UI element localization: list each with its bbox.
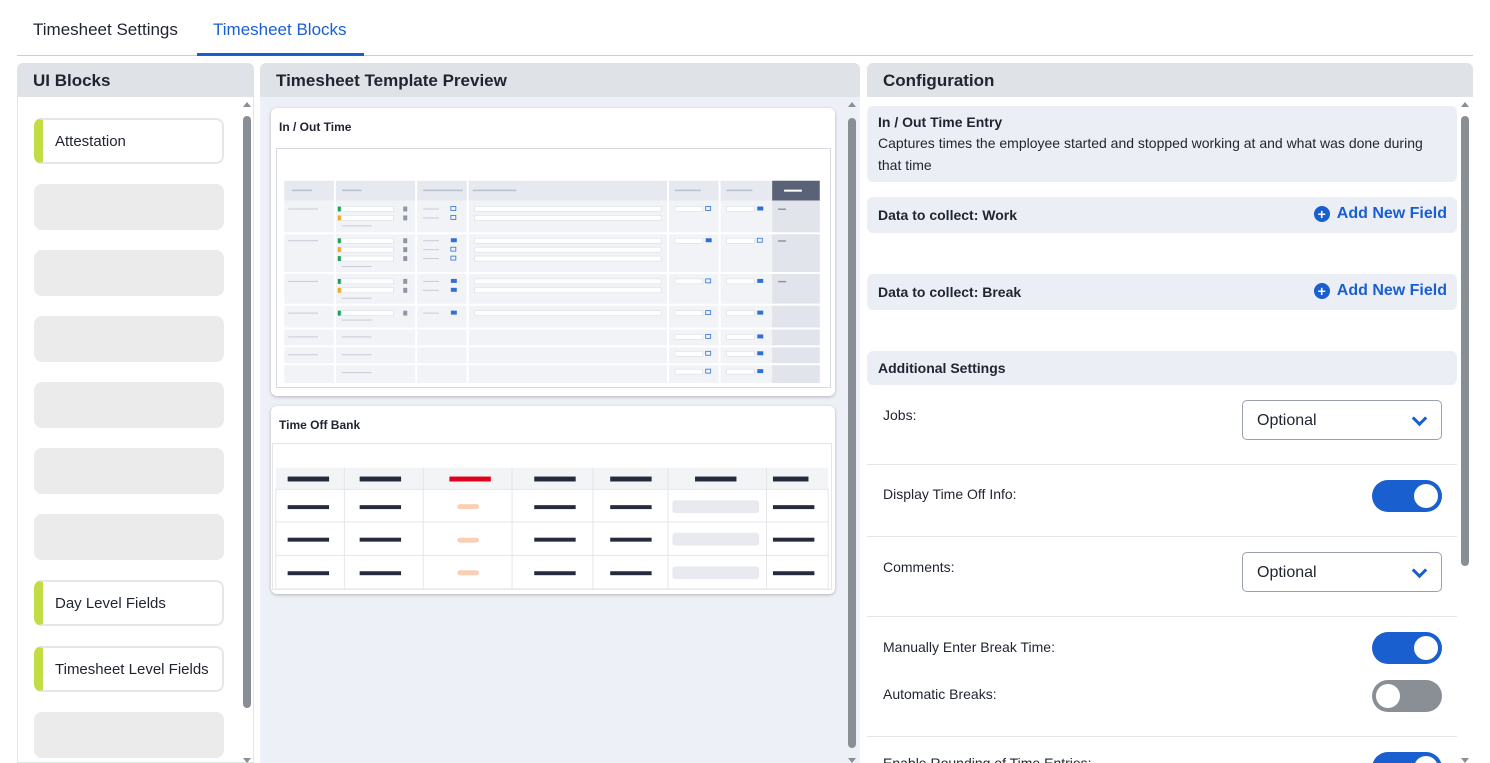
setting-breaks: Manually Enter Break Time: Automatic Bre… bbox=[867, 617, 1457, 737]
block-timesheet-level-fields[interactable]: Timesheet Level Fields bbox=[34, 646, 224, 692]
time-off-bank-thumbnail bbox=[272, 443, 832, 590]
setting-label: Enable Rounding of Time Entries: bbox=[883, 755, 1092, 763]
comments-select[interactable]: Optional bbox=[1242, 552, 1442, 592]
template-preview-area: In / Out Time Time Off Bank bbox=[260, 97, 860, 763]
work-data-section: Data to collect: Work + Add New Field bbox=[867, 197, 1457, 233]
preview-card-time-off-bank[interactable]: Time Off Bank bbox=[271, 406, 835, 594]
block-description: Captures times the employee started and … bbox=[878, 135, 1423, 173]
block-title: In / Out Time Entry bbox=[878, 114, 1003, 130]
automatic-breaks-toggle[interactable] bbox=[1372, 680, 1442, 712]
tab-bar: Timesheet Settings Timesheet Blocks bbox=[17, 0, 1473, 56]
scroll-thumb[interactable] bbox=[848, 118, 856, 748]
template-preview-header: Timesheet Template Preview bbox=[260, 63, 860, 97]
scroll-up-icon[interactable] bbox=[243, 102, 251, 107]
setting-label: Comments: bbox=[883, 559, 955, 575]
section-title: Data to collect: Break bbox=[878, 284, 1022, 300]
add-work-field-button[interactable]: + Add New Field bbox=[1313, 205, 1447, 223]
setting-label: Display Time Off Info: bbox=[883, 486, 1017, 502]
plus-circle-icon: + bbox=[1313, 206, 1330, 222]
block-attestation[interactable]: Attestation bbox=[34, 118, 224, 164]
block-placeholder[interactable] bbox=[34, 382, 224, 428]
add-field-label: Add New Field bbox=[1336, 205, 1447, 222]
block-placeholder[interactable] bbox=[34, 712, 224, 758]
setting-label: Manually Enter Break Time: bbox=[883, 639, 1055, 655]
scroll-down-icon[interactable] bbox=[1461, 758, 1469, 763]
tab-timesheet-blocks[interactable]: Timesheet Blocks bbox=[197, 0, 364, 56]
block-day-level-fields[interactable]: Day Level Fields bbox=[34, 580, 224, 626]
additional-settings-section: Additional Settings bbox=[867, 351, 1457, 385]
scroll-down-icon[interactable] bbox=[243, 758, 251, 763]
partial-setting-toggle[interactable] bbox=[1372, 752, 1442, 763]
jobs-select[interactable]: Optional bbox=[1242, 400, 1442, 440]
setting-display-time-off: Display Time Off Info: bbox=[867, 465, 1457, 537]
setting-comments: Comments: Optional bbox=[867, 537, 1457, 617]
setting-partial: Enable Rounding of Time Entries: bbox=[867, 737, 1457, 763]
chevron-down-icon bbox=[1411, 562, 1428, 579]
break-data-section: Data to collect: Break + Add New Field bbox=[867, 274, 1457, 310]
block-label: Day Level Fields bbox=[55, 595, 166, 612]
block-placeholder[interactable] bbox=[34, 316, 224, 362]
plus-circle-icon: + bbox=[1313, 283, 1330, 299]
scroll-down-icon[interactable] bbox=[848, 758, 856, 763]
scroll-thumb[interactable] bbox=[243, 116, 251, 708]
configuration-panel: In / Out Time Entry Captures times the e… bbox=[867, 97, 1473, 763]
block-placeholder[interactable] bbox=[34, 250, 224, 296]
ui-blocks-list: Attestation Day Level Fields Timesheet L… bbox=[17, 97, 254, 763]
section-title: Additional Settings bbox=[878, 360, 1006, 376]
block-placeholder[interactable] bbox=[34, 448, 224, 494]
setting-label: Automatic Breaks: bbox=[883, 686, 997, 702]
block-placeholder[interactable] bbox=[34, 514, 224, 560]
section-title: Data to collect: Work bbox=[878, 207, 1017, 223]
display-time-off-toggle[interactable] bbox=[1372, 480, 1442, 512]
preview-scrollbar[interactable] bbox=[848, 102, 856, 763]
toggle-knob bbox=[1376, 684, 1400, 708]
block-info: In / Out Time Entry Captures times the e… bbox=[867, 106, 1457, 182]
scroll-thumb[interactable] bbox=[1461, 116, 1469, 566]
chevron-down-icon bbox=[1411, 410, 1428, 427]
setting-label: Jobs: bbox=[883, 407, 917, 423]
toggle-knob bbox=[1414, 484, 1438, 508]
block-placeholder[interactable] bbox=[34, 184, 224, 230]
toggle-knob bbox=[1414, 756, 1438, 763]
add-field-label: Add New Field bbox=[1336, 282, 1447, 299]
preview-card-title: Time Off Bank bbox=[279, 418, 361, 432]
block-label: Timesheet Level Fields bbox=[55, 661, 209, 678]
ui-blocks-scrollbar[interactable] bbox=[243, 102, 251, 763]
select-value: Optional bbox=[1257, 412, 1317, 429]
block-label: Attestation bbox=[55, 133, 126, 150]
manual-break-toggle[interactable] bbox=[1372, 632, 1442, 664]
in-out-time-thumbnail bbox=[276, 148, 831, 388]
toggle-knob bbox=[1414, 636, 1438, 660]
scroll-up-icon[interactable] bbox=[1461, 102, 1469, 107]
select-value: Optional bbox=[1257, 564, 1317, 581]
configuration-header: Configuration bbox=[867, 63, 1473, 97]
preview-card-title: In / Out Time bbox=[279, 120, 352, 134]
preview-card-in-out-time[interactable]: In / Out Time bbox=[271, 108, 835, 396]
setting-jobs: Jobs: Optional bbox=[867, 385, 1457, 465]
tab-timesheet-settings[interactable]: Timesheet Settings bbox=[17, 0, 197, 56]
ui-blocks-header: UI Blocks bbox=[17, 63, 254, 97]
configuration-scrollbar[interactable] bbox=[1461, 102, 1469, 763]
scroll-up-icon[interactable] bbox=[848, 102, 856, 107]
add-break-field-button[interactable]: + Add New Field bbox=[1313, 282, 1447, 300]
